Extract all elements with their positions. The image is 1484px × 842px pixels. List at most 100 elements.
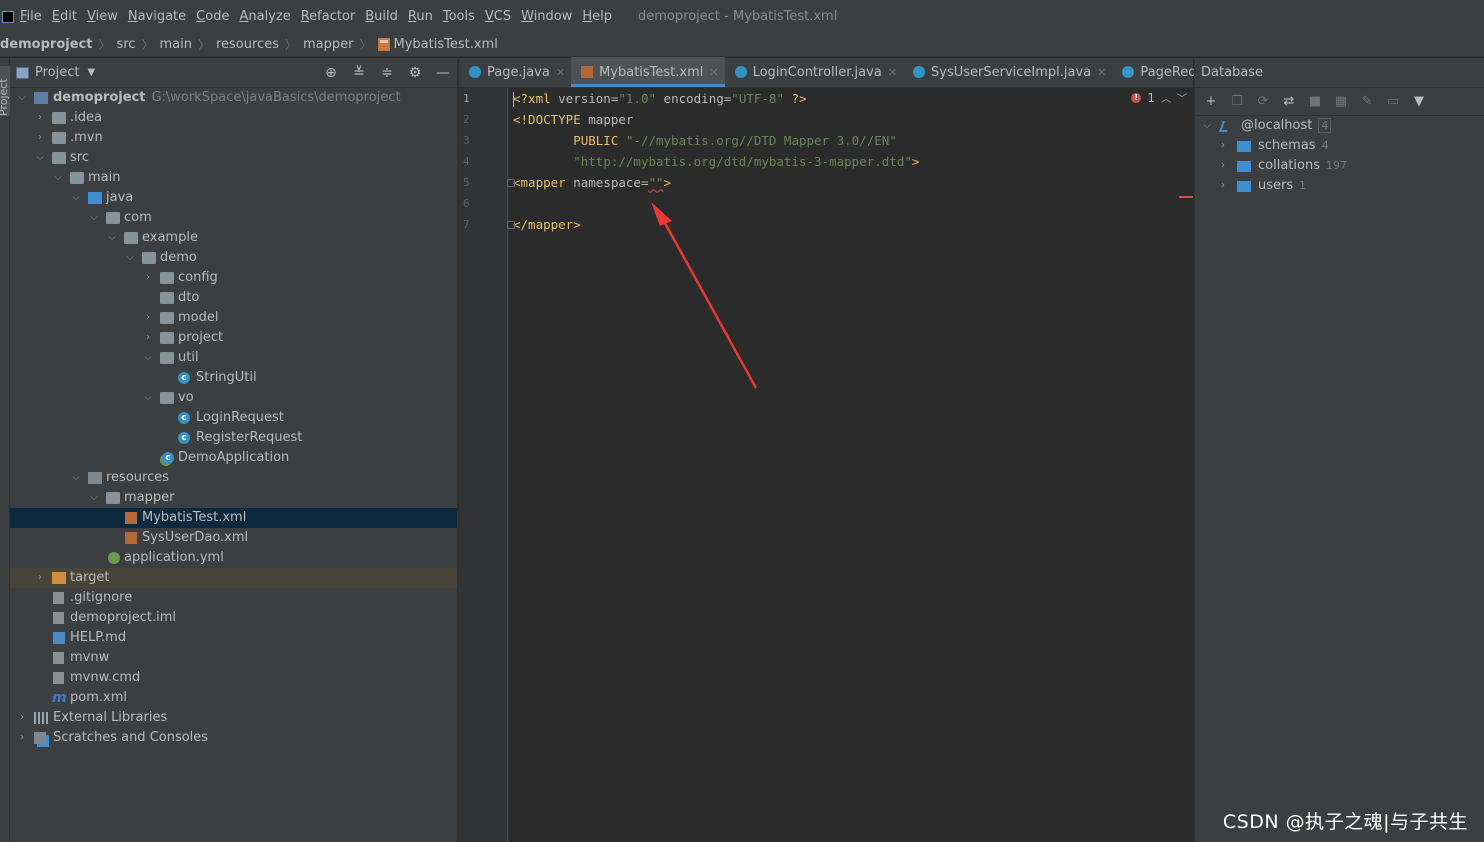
tree-item-demoproject[interactable]: ⌵ demoproject G:\workSpace\javaBasics\dem… (10, 88, 457, 108)
tab-logincontroller-java[interactable]: LoginController.java ✕ (725, 57, 903, 87)
table-icon[interactable]: ▦ (1333, 94, 1349, 109)
sync-schema-icon[interactable]: ⇄ (1281, 94, 1297, 109)
chevron-down-icon[interactable]: ⌵ (34, 148, 46, 168)
breadcrumb-resources[interactable]: resources (216, 37, 279, 52)
chevron-right-icon[interactable]: › (34, 568, 46, 588)
stop-icon[interactable]: ■ (1307, 94, 1323, 109)
add-icon[interactable]: + (1203, 94, 1219, 109)
tree-item-src[interactable]: ⌵ src (10, 148, 457, 168)
breadcrumb-project[interactable]: demoproject (0, 37, 92, 52)
db-tree-item-schemas[interactable]: › schemas 4 (1195, 136, 1484, 156)
tree-item-help-md[interactable]: HELP.md (10, 628, 457, 648)
tab-sysuserserviceimpl-java[interactable]: SysUserServiceImpl.java ✕ (903, 57, 1112, 87)
db-tree-item-users[interactable]: › users 1 (1195, 176, 1484, 196)
tree-item-config[interactable]: › config (10, 268, 457, 288)
tab-page-java[interactable]: Page.java ✕ (459, 57, 571, 87)
close-icon[interactable]: ✕ (1097, 66, 1106, 79)
menu-view[interactable]: View (87, 9, 118, 24)
chevron-right-icon[interactable]: › (34, 128, 46, 148)
chevron-right-icon[interactable]: › (142, 308, 154, 328)
error-stripe-marker[interactable] (1179, 196, 1193, 198)
chevron-right-icon[interactable]: › (1217, 176, 1229, 196)
filter-icon[interactable]: ▼ (1411, 94, 1427, 109)
tree-item-mvnw[interactable]: mvnw (10, 648, 457, 668)
chevron-down-icon[interactable]: ▼ (87, 67, 95, 78)
chevron-down-icon[interactable]: ⌵ (16, 88, 28, 108)
fold-marker-icon[interactable] (507, 179, 515, 187)
tree-item-example[interactable]: ⌵ example (10, 228, 457, 248)
tab-mybatistest-xml[interactable]: MybatisTest.xml ✕ (571, 57, 725, 87)
code-editor[interactable]: <?xml version="1.0" encoding="UTF-8" ?> … (507, 88, 1193, 842)
tree-item-gitignore[interactable]: .gitignore (10, 588, 457, 608)
menu-tools[interactable]: Tools (443, 9, 475, 24)
menu-analyze[interactable]: Analyze (239, 9, 290, 24)
chevron-down-icon[interactable]: ⌵ (142, 388, 154, 408)
edit-icon[interactable]: ✎ (1359, 94, 1375, 109)
chevron-right-icon[interactable]: › (1217, 136, 1229, 156)
tree-item-main[interactable]: ⌵ main (10, 168, 457, 188)
tree-item-idea[interactable]: › .idea (10, 108, 457, 128)
close-icon[interactable]: ✕ (888, 66, 897, 79)
tree-item-demo[interactable]: ⌵ demo (10, 248, 457, 268)
chevron-down-icon[interactable]: ⌵ (70, 188, 82, 208)
close-icon[interactable]: ✕ (709, 66, 718, 79)
tree-item-com[interactable]: ⌵ com (10, 208, 457, 228)
menu-build[interactable]: Build (365, 9, 398, 24)
chevron-down-icon[interactable]: ⌵ (1201, 116, 1213, 136)
chevron-right-icon[interactable]: › (142, 268, 154, 288)
tree-item-project[interactable]: › project (10, 328, 457, 348)
tree-item-sysuserdao-xml[interactable]: SysUserDao.xml (10, 528, 457, 548)
close-icon[interactable]: ✕ (556, 66, 565, 79)
fold-marker-icon[interactable] (507, 221, 515, 229)
chevron-down-icon[interactable]: ⌵ (124, 248, 136, 268)
menu-run[interactable]: Run (408, 9, 433, 24)
menu-window[interactable]: Window (521, 9, 572, 24)
menu-code[interactable]: Code (196, 9, 229, 24)
chevron-down-icon[interactable]: ⌵ (142, 348, 154, 368)
tree-item-stringutil[interactable]: c StringUtil (10, 368, 457, 388)
refresh-icon[interactable]: ⟳ (1255, 94, 1271, 109)
tree-item-demoapplication[interactable]: c DemoApplication (10, 448, 457, 468)
chevron-right-icon[interactable]: › (1217, 156, 1229, 176)
project-view-selector[interactable]: Project (35, 65, 79, 80)
db-tree-item-collations[interactable]: › collations 197 (1195, 156, 1484, 176)
tree-item-dto[interactable]: dto (10, 288, 457, 308)
locate-file-icon[interactable]: ⊕ (323, 64, 339, 82)
tree-item-java[interactable]: ⌵ java (10, 188, 457, 208)
tree-item-util[interactable]: ⌵ util (10, 348, 457, 368)
tree-item-loginrequest[interactable]: c LoginRequest (10, 408, 457, 428)
expand-all-icon[interactable]: ≚ (351, 64, 367, 82)
tree-item-mapper[interactable]: ⌵ mapper (10, 488, 457, 508)
chevron-up-icon[interactable]: ︿ (1161, 90, 1171, 105)
ddl-icon[interactable]: ▭ (1385, 94, 1401, 109)
breadcrumb-file[interactable]: MybatisTest.xml (394, 37, 498, 52)
tree-item-vo[interactable]: ⌵ vo (10, 388, 457, 408)
collapse-all-icon[interactable]: ≑ (379, 64, 395, 82)
breadcrumb-src[interactable]: src (116, 37, 135, 52)
tree-item-resources[interactable]: ⌵ resources (10, 468, 457, 488)
chevron-down-icon[interactable]: ⌵ (70, 468, 82, 488)
hide-panel-icon[interactable]: — (435, 64, 451, 82)
menu-edit[interactable]: Edit (52, 9, 77, 24)
menu-navigate[interactable]: Navigate (128, 9, 186, 24)
chevron-right-icon[interactable]: › (142, 328, 154, 348)
tree-item-mybatistest-xml[interactable]: MybatisTest.xml (10, 508, 457, 528)
breadcrumb-main[interactable]: main (159, 37, 191, 52)
gear-icon[interactable]: ⚙ (407, 64, 423, 82)
chevron-down-icon[interactable]: ⌵ (88, 208, 100, 228)
menu-help[interactable]: Help (582, 9, 612, 24)
chevron-right-icon[interactable]: › (16, 708, 28, 728)
menu-file[interactable]: File (20, 9, 42, 24)
chevron-down-icon[interactable]: ⌵ (52, 168, 64, 188)
tree-item-target[interactable]: › target (10, 568, 457, 588)
tree-item-registerrequest[interactable]: c RegisterRequest (10, 428, 457, 448)
tree-item-external-libraries[interactable]: › External Libraries (10, 708, 457, 728)
menu-vcs[interactable]: VCS (485, 9, 511, 24)
tree-item-model[interactable]: › model (10, 308, 457, 328)
chevron-down-icon[interactable]: ⌵ (88, 488, 100, 508)
menu-refactor[interactable]: Refactor (301, 9, 356, 24)
inspection-widget[interactable]: ! 1 ︿ ﹀ (1131, 90, 1187, 105)
chevron-down-icon[interactable]: ﹀ (1177, 90, 1187, 105)
copy-icon[interactable]: ❐ (1229, 94, 1245, 109)
tree-item-mvn[interactable]: › .mvn (10, 128, 457, 148)
